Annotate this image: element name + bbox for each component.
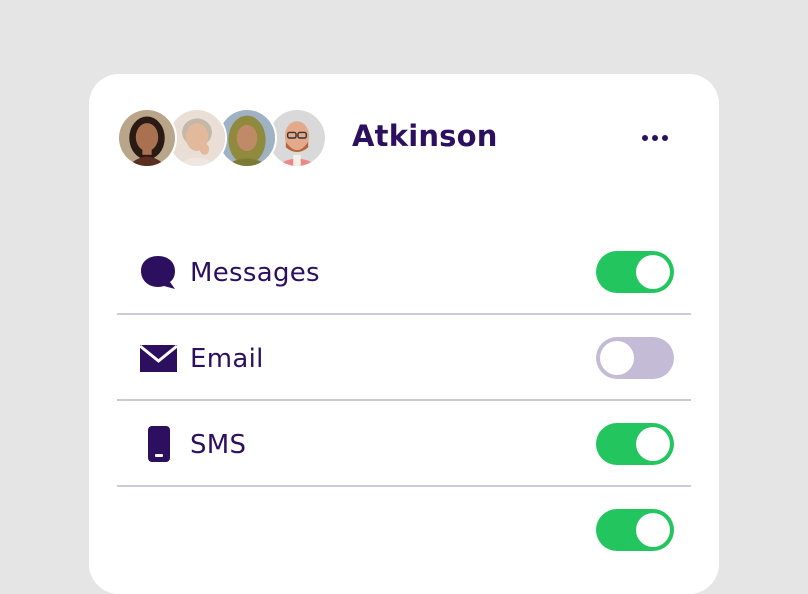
setting-row-email: Email (117, 315, 691, 401)
setting-row-sms: SMS (117, 401, 691, 487)
toggle-knob (636, 255, 670, 289)
more-horizontal-icon-dot (662, 135, 668, 141)
toggle-knob (600, 341, 634, 375)
more-options-button[interactable] (635, 126, 675, 150)
avatar-woman-dark-hair (117, 108, 177, 168)
envelope-icon (139, 339, 179, 377)
setting-row-partial (117, 487, 691, 573)
more-horizontal-icon (642, 135, 648, 141)
setting-row-messages: Messages (117, 229, 691, 315)
setting-label: SMS (190, 430, 247, 460)
partial-toggle[interactable] (596, 509, 674, 551)
messages-toggle[interactable] (596, 251, 674, 293)
chat-bubble-icon (139, 253, 179, 291)
setting-label: Messages (190, 258, 320, 288)
notification-settings-card: Atkinson Messages Email SMS (89, 74, 719, 594)
email-toggle[interactable] (596, 337, 674, 379)
mobile-phone-icon (139, 425, 179, 463)
page-title: Atkinson (352, 119, 498, 153)
avatar-group (117, 108, 329, 168)
sms-toggle[interactable] (596, 423, 674, 465)
setting-label: Email (190, 344, 264, 374)
toggle-knob (636, 427, 670, 461)
toggle-knob (636, 513, 670, 547)
more-horizontal-icon-dot (652, 135, 658, 141)
